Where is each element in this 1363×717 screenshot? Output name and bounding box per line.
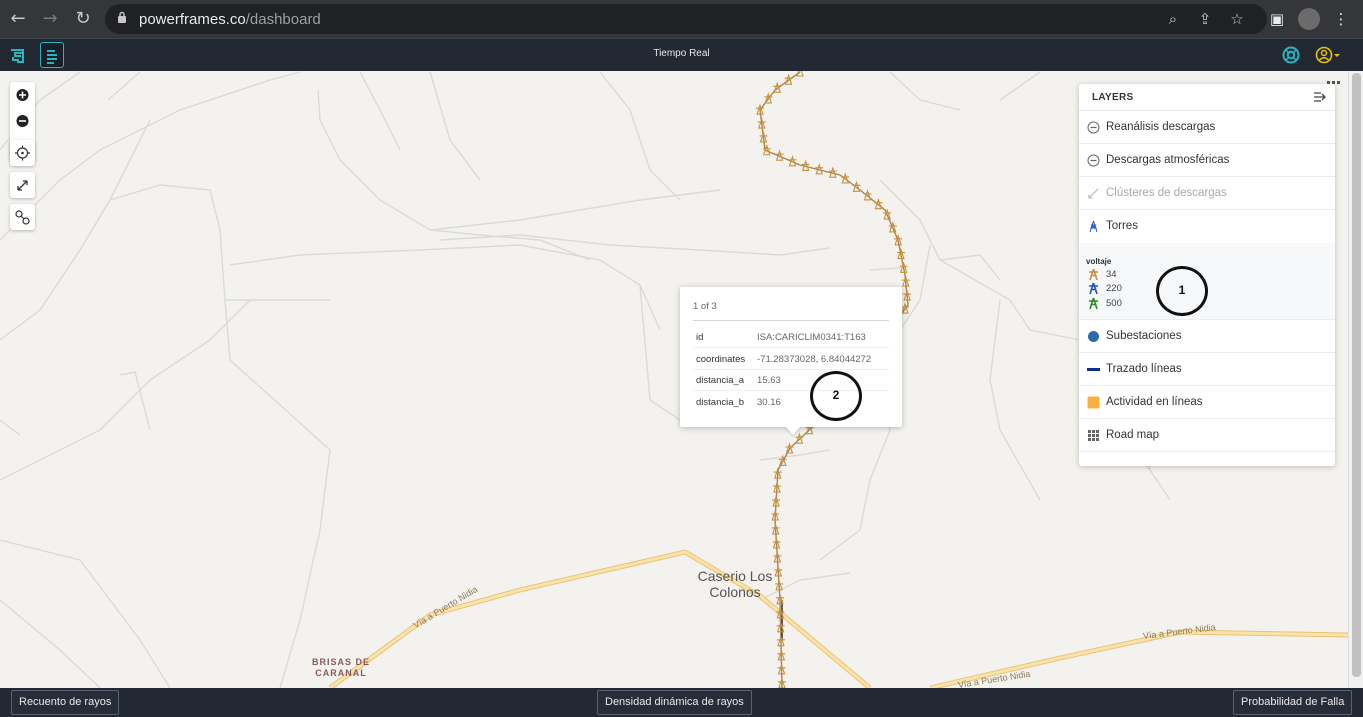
layer-descargas-atmosfericas[interactable]: Descargas atmosféricas <box>1079 144 1335 177</box>
popup-key: id <box>696 332 704 343</box>
grid-icon <box>1088 430 1099 441</box>
fullscreen-expand-icon[interactable] <box>10 172 35 198</box>
popup-value: ISA:CARICLIM0341:T163 <box>757 332 866 343</box>
minus-circle-icon[interactable] <box>1087 121 1100 134</box>
legend-title: voltaje <box>1086 257 1112 266</box>
popup-key: distancia_a <box>696 375 745 386</box>
map-scrollbar[interactable] <box>1348 71 1363 688</box>
layer-label: Clústeres de descargas <box>1106 187 1227 199</box>
url-text: powerframes.co/dashboard <box>139 11 321 28</box>
bookmark-star-icon[interactable]: ☆ <box>1227 9 1247 29</box>
tower-220-icon <box>1089 282 1098 295</box>
layers-header: LAYERS <box>1079 84 1335 111</box>
bottom-toolbar: Recuento de rayos Densidad dinámica de r… <box>0 688 1363 717</box>
page-title: Tiempo Real <box>653 48 710 59</box>
tower-info-popup: 1 of 3 id ISA:CARICLIM0341:T163 coordina… <box>680 287 902 427</box>
locate-crosshair-icon[interactable] <box>10 140 35 166</box>
layer-torres[interactable]: Torres <box>1079 210 1335 243</box>
densidad-dinamica-button[interactable]: Densidad dinámica de rayos <box>597 690 752 715</box>
layer-label: Actividad en líneas <box>1106 396 1203 408</box>
tower-500-icon <box>1089 297 1098 310</box>
popup-key: distancia_b <box>696 397 745 408</box>
place-label-caserio-los-colonos: Caserio Los Colonos <box>697 568 773 600</box>
annotation-number: 2 <box>832 388 840 402</box>
recuento-de-rayos-button[interactable]: Recuento de rayos <box>11 690 120 715</box>
minus-circle-icon[interactable] <box>1087 154 1100 167</box>
layers-panel: LAYERS Reanálisis descargas Descargas at… <box>1079 84 1335 466</box>
app-header: Tiempo Real <box>0 38 1363 71</box>
url-path: /dashboard <box>245 11 321 28</box>
town-label-line2: CARANAL <box>315 668 367 678</box>
back-icon[interactable]: ← <box>6 7 30 31</box>
address-bar[interactable]: powerframes.co/dashboard ⌕ ⇪ ☆ <box>105 4 1267 34</box>
popup-row-id: id ISA:CARICLIM0341:T163 <box>693 327 889 348</box>
popup-value: 30.16 <box>757 397 781 408</box>
url-domain: powerframes.co <box>139 11 246 28</box>
layer-label: Descargas atmosféricas <box>1106 154 1230 166</box>
layer-actividad-en-lineas[interactable]: Actividad en líneas <box>1079 386 1335 419</box>
blue-dot-icon <box>1088 331 1099 342</box>
diagonal-arrow-icon <box>1088 188 1099 199</box>
popup-divider <box>693 320 889 321</box>
annotation-marker-2: 2 <box>810 371 862 421</box>
layer-label: Road map <box>1106 429 1160 441</box>
profile-avatar[interactable] <box>1298 8 1320 30</box>
layer-label: Subestaciones <box>1106 330 1182 342</box>
annotation-number: 1 <box>1178 283 1186 297</box>
scrollbar-thumb[interactable] <box>1352 73 1361 677</box>
side-panel-icon[interactable]: ▣ <box>1266 8 1288 30</box>
popup-feature-count: 1 of 3 <box>693 301 717 312</box>
measure-tool-icon[interactable] <box>10 204 35 230</box>
layer-label: Torres <box>1106 220 1138 232</box>
popup-pointer <box>785 426 801 435</box>
orange-square-icon <box>1087 396 1100 409</box>
user-account-icon[interactable] <box>1315 45 1341 65</box>
blue-line-icon <box>1087 368 1100 371</box>
layer-reanalisis-descargas[interactable]: Reanálisis descargas <box>1079 111 1335 144</box>
town-label-line1: BRISAS DE <box>311 657 370 667</box>
tower-34-icon <box>1089 268 1098 281</box>
collapse-panel-icon[interactable] <box>1313 90 1327 104</box>
legend-value: 34 <box>1106 269 1117 280</box>
layers-title: LAYERS <box>1092 92 1134 103</box>
popup-key: coordinates <box>696 354 746 365</box>
legend-value: 220 <box>1106 283 1122 294</box>
popup-value: 15.63 <box>757 375 781 386</box>
legend-value: 500 <box>1106 298 1122 309</box>
probabilidad-de-falla-button[interactable]: Probabilidad de Falla <box>1233 690 1353 715</box>
layer-trazado-lineas[interactable]: Trazado líneas <box>1079 353 1335 386</box>
layer-label: Reanálisis descargas <box>1106 121 1216 133</box>
share-icon[interactable]: ⇪ <box>1195 9 1215 29</box>
popup-value: -71.28373028, 6.84044272 <box>757 354 872 365</box>
voltaje-legend: voltaje 34 220 500 <box>1079 243 1335 320</box>
popup-row-coordinates: coordinates -71.28373028, 6.84044272 <box>693 349 889 370</box>
forward-icon[interactable]: → <box>38 7 62 31</box>
tower-icon <box>1089 220 1098 233</box>
reload-icon[interactable]: ↻ <box>71 7 95 31</box>
place-label-brisas-de-caranal: BRISAS DE CARANAL <box>305 657 377 679</box>
zoom-icon[interactable]: ⌕ <box>1163 9 1183 29</box>
layer-road-map[interactable]: Road map <box>1079 419 1335 452</box>
lock-icon <box>118 11 126 23</box>
kebab-menu-icon[interactable]: ⋮ <box>1330 8 1352 30</box>
layer-subestaciones[interactable]: Subestaciones <box>1079 320 1335 353</box>
annotation-marker-1: 1 <box>1156 266 1208 316</box>
zoom-in-icon[interactable] <box>10 82 35 108</box>
layer-clusteres-de-descargas[interactable]: Clústeres de descargas <box>1079 177 1335 210</box>
layer-label: Trazado líneas <box>1106 363 1182 375</box>
browser-toolbar: ← → ↻ powerframes.co/dashboard ⌕ ⇪ ☆ ▣ ⋮ <box>0 0 1363 38</box>
zoom-out-icon[interactable] <box>10 108 35 134</box>
lifebuoy-help-icon[interactable] <box>1282 46 1300 64</box>
